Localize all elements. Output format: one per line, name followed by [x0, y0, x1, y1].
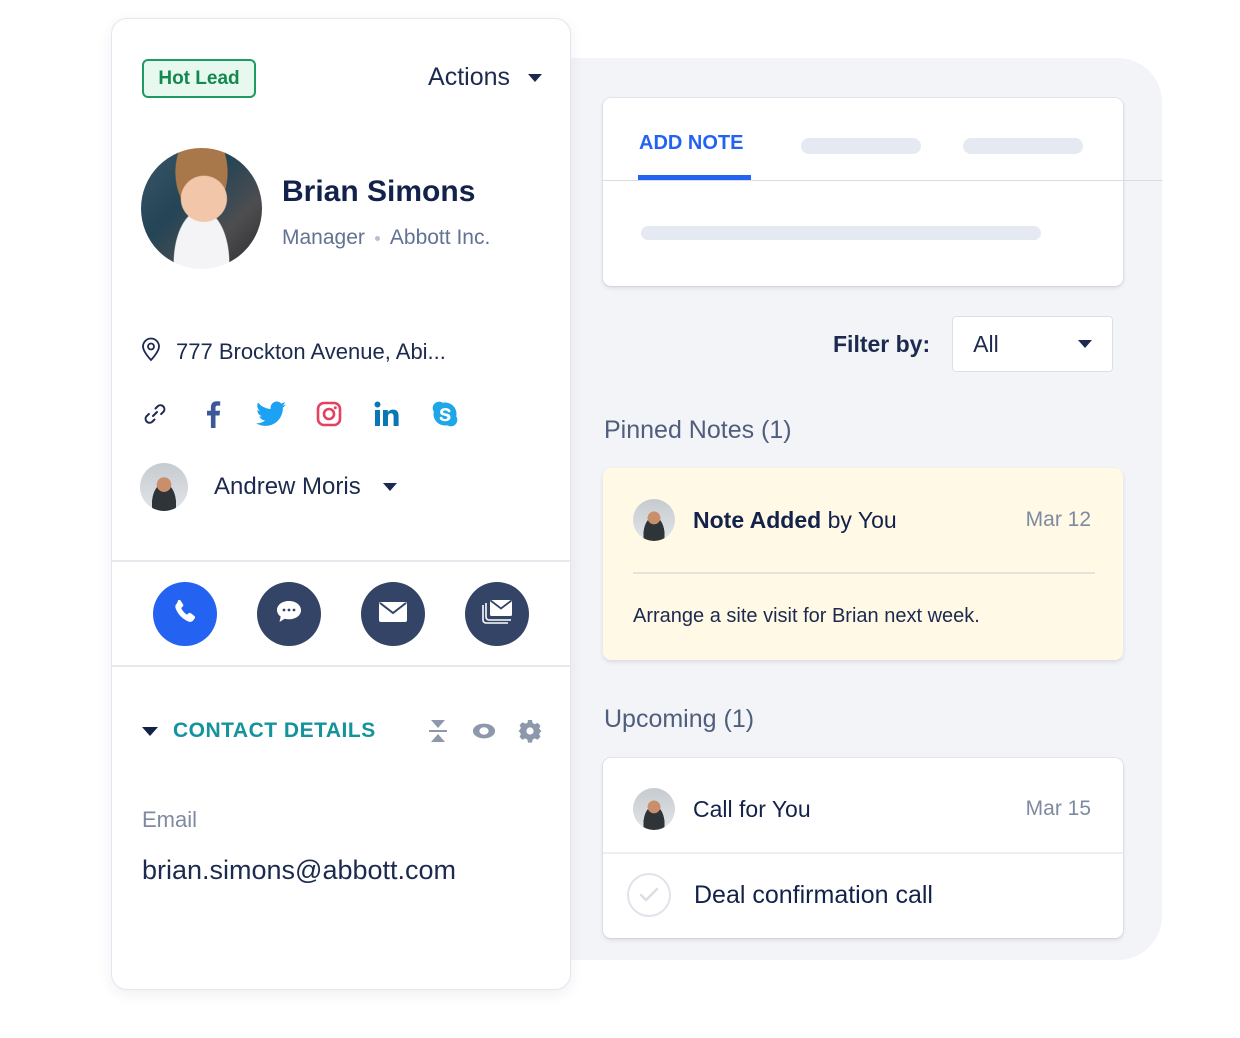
address-row: 777 Brockton Avenue, Abi... [140, 336, 446, 368]
upcoming-activity-title: Call for You [693, 795, 811, 822]
active-tab-indicator [638, 175, 751, 180]
email-button[interactable] [361, 582, 425, 646]
contact-details-header: CONTACT DETAILS [142, 719, 542, 743]
divider [603, 852, 1123, 854]
assignee-avatar [633, 788, 675, 830]
divider [633, 572, 1095, 574]
hot-lead-badge: Hot Lead [142, 59, 256, 98]
owner-name: Andrew Moris [214, 473, 361, 500]
author-avatar [633, 499, 675, 541]
section-tools [426, 719, 542, 743]
gear-icon[interactable] [518, 719, 542, 743]
instagram-icon[interactable] [314, 399, 344, 429]
email-icon [378, 601, 408, 628]
message-button[interactable] [257, 582, 321, 646]
social-links [140, 399, 460, 429]
upcoming-header[interactable]: Call for You Mar 15 [633, 788, 1091, 830]
note-body: Arrange a site visit for Brian next week… [633, 605, 980, 627]
phone-icon [170, 597, 200, 632]
chat-icon [274, 598, 304, 631]
link-icon[interactable] [140, 399, 170, 429]
add-note-card: ADD NOTE [603, 98, 1163, 286]
actions-dropdown[interactable]: Actions [428, 63, 542, 92]
actions-label: Actions [428, 63, 510, 91]
location-pin-icon [140, 336, 162, 368]
collapse-icon[interactable] [426, 719, 450, 743]
contact-card: Hot Lead Actions Brian Simons Manager Ab… [111, 18, 571, 990]
divider [112, 560, 570, 562]
note-input-placeholder[interactable] [641, 226, 1041, 240]
note-header: Note Added by You Mar 12 [633, 499, 1091, 541]
filter-value: All [973, 330, 999, 357]
pinned-note-card[interactable]: Note Added by You Mar 12 Arrange a site … [603, 468, 1123, 660]
contact-avatar [141, 148, 262, 269]
linkedin-icon[interactable] [372, 399, 402, 429]
note-title: Note Added by You [693, 506, 897, 533]
email-label: Email [142, 807, 198, 832]
skype-icon[interactable] [430, 399, 460, 429]
check-icon [639, 887, 659, 902]
task-title[interactable]: Deal confirmation call [694, 881, 933, 910]
chevron-down-icon [1078, 340, 1093, 348]
tab-placeholder[interactable] [963, 138, 1083, 154]
chevron-down-icon [382, 483, 397, 491]
contact-subtitle: Manager Abbott Inc. [282, 226, 490, 250]
upcoming-title: Upcoming (1) [604, 705, 755, 733]
pinned-notes-title: Pinned Notes (1) [604, 416, 792, 444]
tab-divider [603, 180, 1163, 181]
upcoming-date: Mar 15 [1025, 797, 1091, 820]
address-text: 777 Brockton Avenue, Abi... [176, 339, 446, 364]
filter-select[interactable]: All [952, 316, 1114, 372]
chevron-down-icon [528, 73, 542, 82]
note-date: Mar 12 [1025, 508, 1091, 531]
task-row: Deal confirmation call [627, 873, 933, 917]
facebook-icon[interactable] [198, 399, 228, 429]
contact-company[interactable]: Abbott Inc. [390, 226, 490, 250]
contact-title: Manager [282, 226, 365, 249]
tab-placeholder[interactable] [801, 138, 921, 154]
complete-task-checkbox[interactable] [627, 873, 671, 917]
section-title[interactable]: CONTACT DETAILS [173, 719, 376, 743]
bulk-email-button[interactable] [465, 582, 529, 646]
separator-dot [374, 235, 380, 241]
bulk-email-icon [480, 598, 514, 631]
owner-avatar [140, 463, 188, 511]
filter-label: Filter by: [833, 330, 931, 357]
twitter-icon[interactable] [256, 399, 286, 429]
filter-row: Filter by: All [833, 316, 1114, 372]
tab-add-note[interactable]: ADD NOTE [639, 132, 743, 155]
owner-dropdown[interactable]: Andrew Moris [140, 463, 397, 511]
email-value[interactable]: brian.simons@abbott.com [142, 855, 456, 886]
call-button[interactable] [153, 582, 217, 646]
eye-icon[interactable] [472, 719, 496, 743]
upcoming-card: Call for You Mar 15 Deal confirmation ca… [603, 758, 1123, 938]
divider [112, 665, 570, 667]
collapse-toggle-icon[interactable] [142, 726, 158, 736]
contact-name: Brian Simons [282, 175, 476, 208]
quick-actions [153, 582, 529, 646]
